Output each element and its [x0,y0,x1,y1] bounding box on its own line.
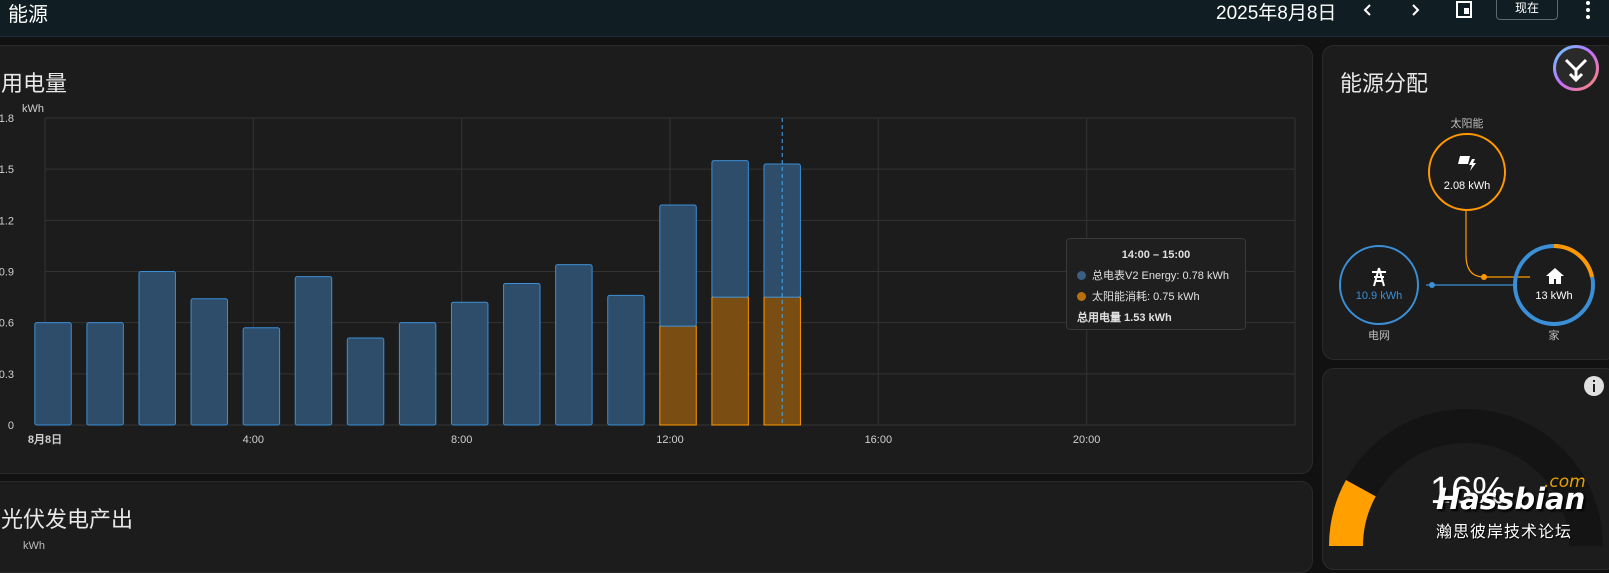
solar-flow-dot [1481,274,1487,280]
y-tick-label: 1.8 [0,113,14,125]
solar-value: 2.08 kWh [1443,180,1491,192]
grid-bar [607,294,645,426]
y-tick-label: 1.5 [0,164,14,176]
tooltip-solar-value: 太阳能消耗: 0.75 kWh [1092,291,1200,303]
compare-button[interactable] [1450,0,1478,20]
tooltip-total: 总用电量 1.53 kWh [1077,312,1172,324]
watermark-suffix: .com [1544,472,1586,492]
grid-bar [659,204,697,327]
x-tick-label: 4:00 [243,434,264,446]
grid-bar [346,337,385,426]
gauge-fill [1329,480,1376,546]
solar-bar [711,296,749,426]
top-app-bar: 能源 2025年8月8日 现在 [0,0,1609,37]
next-period-button[interactable] [1401,0,1429,20]
tooltip-range: 14:00 – 15:00 [1121,249,1191,261]
x-tick-label: 12:00 [656,434,684,446]
y-tick-label: 0 [8,420,14,432]
solar-card-title: 光伏发电产出 [1,507,134,532]
grid-value: 10.9 kWh [1355,290,1403,302]
watermark-tagline: 瀚思彼岸技术论坛 [1436,522,1573,541]
home-value: 13 kWh [1535,290,1573,302]
home-icon [1546,268,1564,284]
grid-bar [294,276,333,426]
tooltip-grid-row: 总电表V2 Energy: 0.78 kWh [1077,267,1235,283]
grid-bar [242,327,281,426]
previous-period-button[interactable] [1354,0,1382,20]
page-title: 能源 [8,4,48,26]
grid-bar [450,301,489,426]
transmission-tower-icon [1372,267,1386,287]
grid-bar [34,322,72,426]
y-tick-label: 0.9 [0,267,14,279]
home-label: 家 [1548,330,1560,342]
calendar-compare-icon [1456,1,1472,18]
date-display[interactable]: 2025年8月8日 [1216,0,1336,25]
x-tick-label: 16:00 [865,434,893,446]
now-button[interactable]: 现在 [1496,0,1558,20]
user-avatar[interactable] [1552,44,1600,92]
grid-bar [711,160,749,298]
chevron-left-icon [1363,4,1371,16]
tooltip-grid-value: 总电表V2 Energy: 0.78 kWh [1092,270,1229,282]
solar-production-card: 光伏发电产出 kWh [0,481,1313,573]
solar-panel-icon [1458,156,1476,171]
grid-flow-dot [1429,282,1435,288]
grid-bar [138,271,176,426]
grid-bar [86,322,124,426]
grid-label: 电网 [1368,330,1390,342]
x-tick-label: 8月8日 [28,433,62,446]
chart-tooltip: 14:00 – 15:00 总电表V2 Energy: 0.78 kWh 太阳能… [1066,238,1246,330]
tooltip-solar-row: 太阳能消耗: 0.75 kWh [1077,288,1235,304]
y-axis-label: kWh [22,103,44,115]
grid-bar [190,298,229,426]
usage-card-title: 用电量 [1,71,68,96]
more-menu-button[interactable] [1574,0,1602,20]
x-tick-label: 8:00 [451,434,472,446]
y-tick-label: 1.2 [0,215,14,227]
grid-bar [398,322,437,426]
y-tick-label: 0.6 [0,318,14,330]
chevron-right-icon [1412,4,1420,16]
y-tick-label: 0.3 [0,369,14,381]
grid-bar [503,282,541,426]
grid-legend-dot [1077,270,1086,280]
grid-bar [555,264,593,426]
solar-label: 太阳能 [1450,118,1484,130]
solar-bar [659,325,697,426]
x-tick-label: 20:00 [1073,434,1101,446]
solar-legend-dot [1077,291,1086,301]
solar-card-unit: kWh [23,540,45,552]
more-vertical-icon [1586,1,1590,19]
